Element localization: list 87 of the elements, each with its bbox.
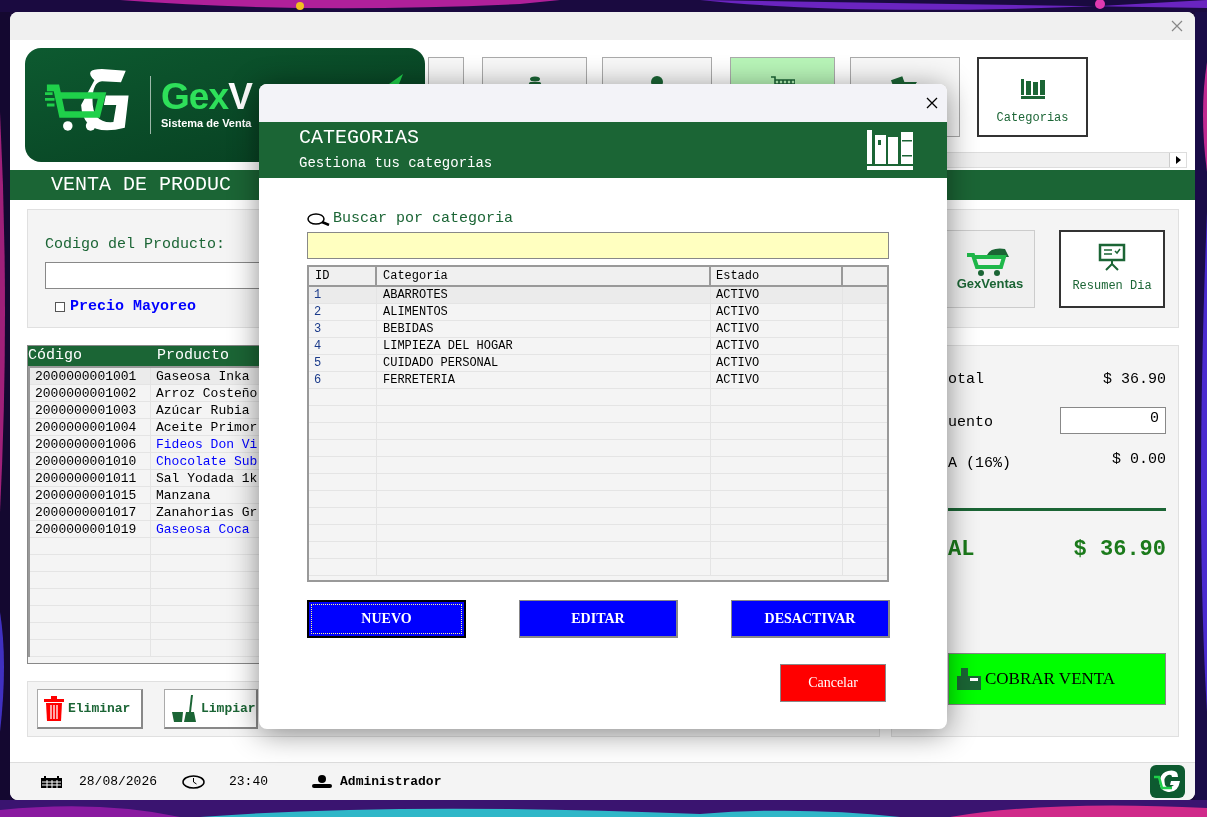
table-cell: ACTIVO xyxy=(711,354,843,371)
table-cell: ACTIVO xyxy=(711,337,843,354)
table-cell: 2000000001002 xyxy=(30,385,151,401)
user-icon xyxy=(312,775,333,788)
table-cell: 2000000001003 xyxy=(30,402,151,418)
table-cell: BEBIDAS xyxy=(377,320,711,337)
table-cell: 3 xyxy=(309,320,377,337)
status-user: Administrador xyxy=(340,772,442,791)
close-icon[interactable] xyxy=(926,97,938,109)
calendar-icon xyxy=(41,775,62,788)
broom-and-bucket-icon xyxy=(171,695,197,722)
table-cell: 1 xyxy=(309,286,377,303)
tax-label: A (16%) xyxy=(948,453,1011,474)
search-label: Buscar por categoria xyxy=(333,209,514,229)
total-label: AL xyxy=(948,536,975,564)
charge-button[interactable]: COBRAR VENTA xyxy=(948,653,1166,705)
table-cell: 2000000001006 xyxy=(30,436,151,452)
checkbox[interactable] xyxy=(55,301,65,312)
action-button[interactable]: Limpiar xyxy=(164,689,258,729)
trash-icon xyxy=(44,696,64,721)
shortcut-button[interactable]: Resumen Dia xyxy=(1059,229,1165,308)
table-cell: ACTIVO xyxy=(711,371,843,388)
books-icon xyxy=(867,130,913,170)
tax-value: $ 0.00 xyxy=(1112,449,1166,470)
table-cell-text: Gaseosa Coca xyxy=(155,521,250,537)
table-cell-text: Azúcar Rubia xyxy=(155,402,250,418)
status-date: 28/08/2026 xyxy=(79,772,157,791)
table-cell: 2000000001001 xyxy=(30,368,151,384)
table-cell: 2000000001017 xyxy=(30,504,151,520)
logo-tagline: Sistema de Venta xyxy=(161,116,252,132)
dialog-button[interactable]: EDITAR xyxy=(519,599,678,638)
books-icon xyxy=(1020,77,1045,99)
table-cell-text: Fideos Don Vi xyxy=(155,436,258,452)
discount-label: uento xyxy=(948,413,993,433)
table-cell: 2000000001015 xyxy=(30,487,151,503)
total-value: $ 36.90 xyxy=(1073,536,1166,564)
table-cell: FERRETERIA xyxy=(377,371,711,388)
subtotal-label: otal xyxy=(948,369,984,390)
table-cell: ACTIVO xyxy=(711,320,843,337)
table-cell: 4 xyxy=(309,337,377,354)
dialog-title: CATEGORIAS xyxy=(299,126,421,150)
table-cell: 5 xyxy=(309,354,377,371)
presentation-board-icon xyxy=(1098,242,1126,271)
table-cell-text: Chocolate Sub xyxy=(155,453,258,469)
table-cell: CUIDADO PERSONAL xyxy=(377,354,711,371)
column-header: Categoría xyxy=(377,266,711,285)
table-cell: ABARROTES xyxy=(377,286,711,303)
table-cell-text: Arroz Costeño xyxy=(155,385,258,401)
column-header: Producto xyxy=(156,346,229,366)
column-header: ID xyxy=(309,266,377,285)
cancel-button[interactable]: Cancelar xyxy=(780,663,886,702)
table-cell: 2000000001010 xyxy=(30,453,151,469)
table-cell: LIMPIEZA DEL HOGAR xyxy=(377,337,711,354)
table-cell: 6 xyxy=(309,371,377,388)
status-time: 23:40 xyxy=(229,772,269,791)
product-code-field[interactable] xyxy=(45,261,260,289)
table-cell: ALIMENTOS xyxy=(377,303,711,320)
column-header: Estado xyxy=(711,266,843,285)
field-label: Codigo del Producto: xyxy=(45,235,226,255)
discount-field[interactable]: 0 xyxy=(1060,406,1166,434)
table-cell-text: Manzana xyxy=(155,487,211,503)
cash-register-icon xyxy=(957,668,981,690)
search-icon xyxy=(307,212,331,226)
table-cell: 2000000001004 xyxy=(30,419,151,435)
action-button[interactable]: Eliminar xyxy=(37,689,143,729)
table-cell-text: Gaseosa Inka xyxy=(155,368,250,384)
checkbox-label[interactable]: Precio Mayoreo xyxy=(70,295,197,318)
subtotal-value: $ 36.90 xyxy=(1103,369,1166,390)
toolbar-button[interactable]: Categorias xyxy=(977,57,1088,137)
table-cell: 2000000001011 xyxy=(30,470,151,486)
table-cell-text: Sal Yodada 1k xyxy=(155,470,258,486)
table-cell: 2000000001019 xyxy=(30,521,151,537)
search-field[interactable] xyxy=(307,231,889,259)
section-title: VENTA DE PRODUC xyxy=(51,172,232,198)
arrow-icon xyxy=(389,74,403,84)
table-cell: 2 xyxy=(309,303,377,320)
column-header: Código xyxy=(28,346,83,366)
table-cell: ACTIVO xyxy=(711,303,843,320)
right-arrow-icon[interactable] xyxy=(1175,156,1181,164)
logo-wordmark: GexV xyxy=(161,78,252,116)
table-cell-text: Aceite Primor xyxy=(155,419,258,435)
dialog-button[interactable]: DESACTIVAR xyxy=(731,599,890,638)
clock-icon xyxy=(182,774,205,789)
dialog-subtitle: Gestiona tus categorias xyxy=(299,154,493,173)
table-cell-text: Zanahorias Gr xyxy=(155,504,258,520)
table-cell: ACTIVO xyxy=(711,286,843,303)
dialog-button[interactable]: NUEVO xyxy=(307,599,466,638)
